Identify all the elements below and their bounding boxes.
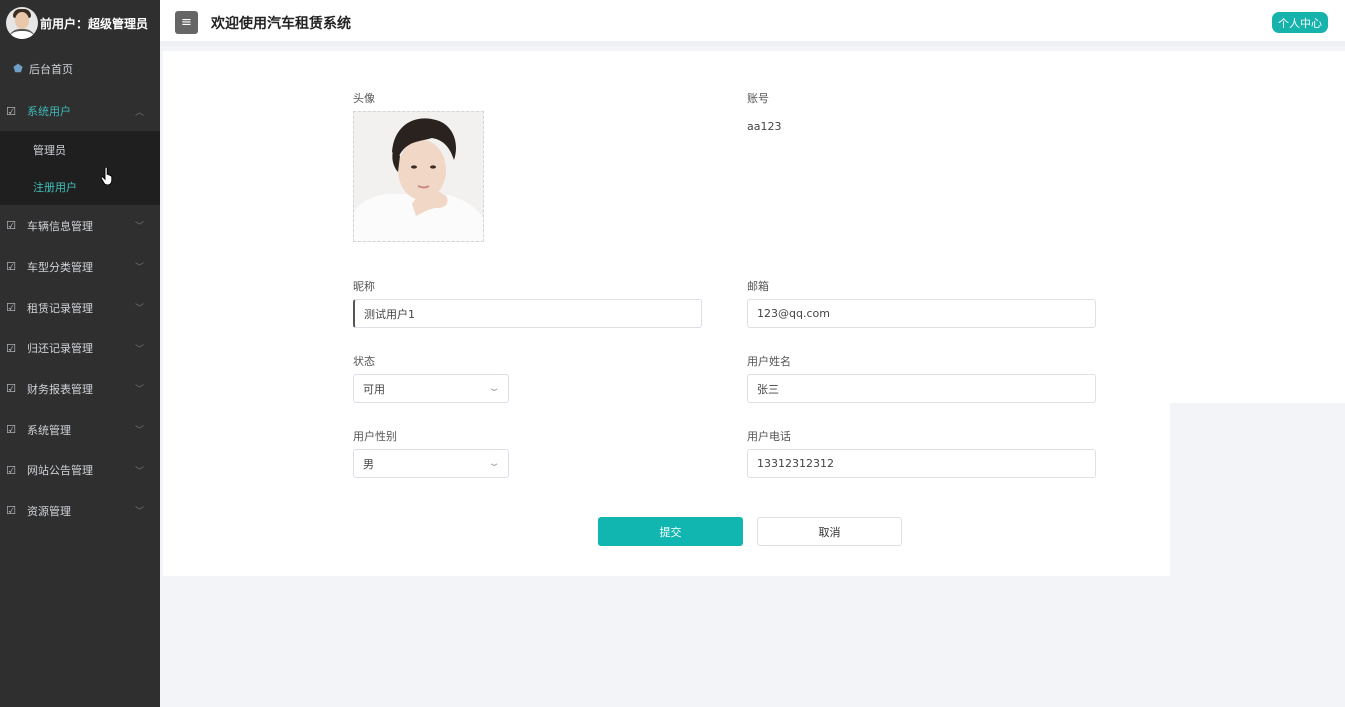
account-value: aa123 bbox=[747, 120, 782, 133]
chevron-down-icon: ﹀ bbox=[134, 263, 144, 273]
sidebar-item-system-users[interactable]: ☑ 系统用户 ︿ bbox=[0, 91, 160, 131]
sidebar-item-label: 资源管理 bbox=[27, 504, 71, 518]
sidebar-item-label: 系统用户 bbox=[27, 105, 71, 118]
current-user-label: 前用户：超级管理员 bbox=[40, 16, 149, 31]
chevron-down-icon: ﹀ bbox=[134, 426, 144, 436]
sidebar-item-label: 系统管理 bbox=[27, 423, 71, 437]
home-icon: ⬟ bbox=[13, 62, 23, 75]
chevron-down-icon: ⌄ bbox=[487, 383, 501, 394]
edit-icon: ☑ bbox=[6, 504, 16, 517]
phone-input[interactable]: 13312312312 bbox=[747, 449, 1096, 478]
sidebar-item-vehicle-category[interactable]: ☑ 车型分类管理 ﹀ bbox=[0, 246, 160, 287]
account-label: 账号 bbox=[747, 92, 769, 105]
status-label: 状态 bbox=[353, 355, 375, 368]
sidebar-submenu: 管理员 注册用户 bbox=[0, 131, 160, 205]
chevron-down-icon: ﹀ bbox=[134, 466, 144, 477]
avatar-label: 头像 bbox=[353, 92, 375, 105]
sidebar-item-label: 车型分类管理 bbox=[27, 260, 93, 274]
sidebar-item-label: 租赁记录管理 bbox=[27, 301, 93, 315]
edit-icon: ☑ bbox=[6, 341, 16, 355]
edit-icon: ☑ bbox=[6, 382, 16, 395]
sidebar-user: 前用户：超级管理员 bbox=[0, 0, 160, 46]
email-input[interactable]: 123@qq.com bbox=[747, 299, 1096, 328]
gender-select[interactable]: 男 ⌄ bbox=[353, 449, 509, 478]
gender-selected-value: 男 bbox=[363, 457, 374, 471]
sidebar-item-finance-reports[interactable]: ☑ 财务报表管理 ﹀ bbox=[0, 368, 160, 409]
content-background-patch bbox=[1170, 403, 1345, 576]
sidebar-item-label: 注册用户 bbox=[33, 180, 77, 194]
chevron-down-icon: ﹀ bbox=[134, 344, 144, 355]
submit-button[interactable]: 提交 bbox=[598, 517, 743, 546]
edit-icon: ☑ bbox=[6, 260, 16, 273]
sidebar-menu: ⬟ 后台首页 ☑ 系统用户 ︿ 管理员 注册用户 ☑ 车辆信息管理 ﹀ ☑ 车型… bbox=[0, 46, 160, 531]
sidebar-item-admins[interactable]: 管理员 bbox=[0, 131, 160, 168]
status-select[interactable]: 可用 ⌄ bbox=[353, 374, 509, 403]
edit-icon: ☑ bbox=[6, 301, 16, 314]
cancel-button[interactable]: 取消 bbox=[757, 517, 902, 546]
edit-icon: ☑ bbox=[6, 423, 16, 436]
hand-pointer-icon bbox=[101, 167, 113, 185]
avatar-image[interactable] bbox=[353, 111, 484, 242]
sidebar-item-label: 归还记录管理 bbox=[27, 342, 93, 355]
chevron-down-icon: ﹀ bbox=[134, 385, 144, 395]
user-avatar[interactable] bbox=[6, 7, 38, 39]
sidebar-item-label: 财务报表管理 bbox=[27, 382, 93, 396]
chevron-up-icon: ︿ bbox=[134, 107, 144, 118]
nickname-input[interactable]: 测试用户1 bbox=[353, 299, 702, 328]
phone-label: 用户电话 bbox=[747, 430, 791, 443]
chevron-down-icon: ﹀ bbox=[134, 222, 144, 232]
menu-toggle-button[interactable]: ≡ bbox=[175, 11, 198, 34]
sidebar-item-system-management[interactable]: ☑ 系统管理 ﹀ bbox=[0, 409, 160, 450]
status-selected-value: 可用 bbox=[363, 382, 385, 396]
sidebar-item-registered-users[interactable]: 注册用户 bbox=[0, 168, 160, 205]
gender-label: 用户性别 bbox=[353, 430, 397, 443]
avatar-photo bbox=[354, 112, 483, 241]
chevron-down-icon: ﹀ bbox=[134, 304, 144, 314]
page-title: 欢迎使用汽车租赁系统 bbox=[211, 16, 351, 32]
sidebar-item-home[interactable]: ⬟ 后台首页 bbox=[0, 46, 160, 91]
sidebar: 前用户：超级管理员 ⬟ 后台首页 ☑ 系统用户 ︿ 管理员 注册用户 ☑ 车辆信… bbox=[0, 0, 160, 707]
sidebar-item-rental-records[interactable]: ☑ 租赁记录管理 ﹀ bbox=[0, 287, 160, 328]
sidebar-item-announcements[interactable]: ☑ 网站公告管理 ﹀ bbox=[0, 450, 160, 490]
edit-icon: ☑ bbox=[6, 104, 16, 118]
edit-icon: ☑ bbox=[6, 219, 16, 232]
menu-icon: ≡ bbox=[181, 15, 192, 30]
nickname-label: 昵称 bbox=[353, 280, 375, 293]
email-label: 邮箱 bbox=[747, 280, 769, 293]
sidebar-item-return-records[interactable]: ☑ 归还记录管理 ﹀ bbox=[0, 328, 160, 368]
edit-icon: ☑ bbox=[6, 463, 16, 477]
realname-label: 用户姓名 bbox=[747, 355, 791, 368]
profile-center-button[interactable]: 个人中心 bbox=[1272, 12, 1328, 33]
sidebar-item-resources[interactable]: ☑ 资源管理 ﹀ bbox=[0, 490, 160, 531]
sidebar-item-label: 管理员 bbox=[33, 143, 66, 157]
top-header: ≡ 欢迎使用汽车租赁系统 个人中心 bbox=[160, 0, 1345, 46]
chevron-down-icon: ﹀ bbox=[134, 507, 144, 517]
sidebar-item-label: 网站公告管理 bbox=[27, 464, 93, 477]
sidebar-item-vehicle-info[interactable]: ☑ 车辆信息管理 ﹀ bbox=[0, 205, 160, 246]
chevron-down-icon: ⌄ bbox=[487, 458, 501, 469]
sidebar-item-label: 车辆信息管理 bbox=[27, 219, 93, 233]
realname-input[interactable]: 张三 bbox=[747, 374, 1096, 403]
sidebar-item-label: 后台首页 bbox=[29, 62, 73, 76]
user-detail-form: 头像 账号 aa123 昵称 测试用户1 邮箱 123@qq.com 状态 可用… bbox=[163, 51, 1345, 576]
